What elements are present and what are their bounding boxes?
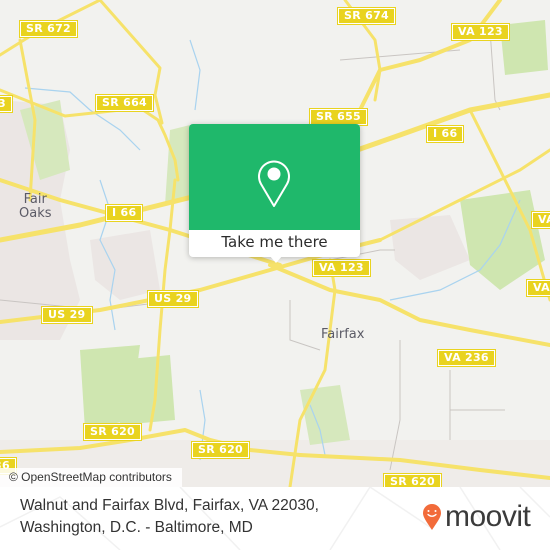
shield-us-29-west: US 29 bbox=[41, 306, 93, 324]
park-area-sw2 bbox=[120, 355, 175, 425]
address-line-1: Walnut and Fairfax Blvd, Fairfax, VA 220… bbox=[20, 497, 319, 514]
map-pin-icon bbox=[258, 160, 290, 207]
location-popup: Take me there bbox=[189, 124, 360, 263]
stream bbox=[189, 39, 201, 111]
place-fairfax: Fairfax bbox=[321, 328, 364, 342]
minor-road bbox=[489, 29, 501, 111]
shield-sr-620-west: SR 620 bbox=[83, 423, 142, 441]
popup-header bbox=[189, 124, 360, 230]
shield-us-29-center: US 29 bbox=[147, 290, 199, 308]
moovit-wordmark: moovit bbox=[445, 500, 531, 533]
footer: Walnut and Fairfax Blvd, Fairfax, VA 220… bbox=[0, 487, 550, 550]
map-attribution[interactable]: © OpenStreetMap contributors bbox=[0, 468, 182, 487]
map[interactable]: Fair Oaks Fairfax SR 672 SR 664 SR 674 V… bbox=[0, 0, 550, 487]
take-me-there-button[interactable]: Take me there bbox=[189, 230, 360, 257]
shield-va-2-edge-right: VA 2 bbox=[526, 279, 550, 297]
shield-sr-672: SR 672 bbox=[19, 20, 78, 38]
shield-va-236: VA 236 bbox=[437, 349, 496, 367]
moovit-logo[interactable]: moovit bbox=[422, 500, 531, 533]
minor-road bbox=[289, 300, 321, 351]
place-fair-oaks: Fair Oaks bbox=[19, 193, 52, 221]
shield-left-edge-3: 3 bbox=[0, 95, 13, 113]
popup-pointer bbox=[269, 255, 283, 263]
shield-sr-664: SR 664 bbox=[95, 94, 154, 112]
shield-va-edge-right: VA bbox=[531, 211, 550, 229]
shield-i-66-west: I 66 bbox=[104, 204, 144, 222]
shield-sr-620-center: SR 620 bbox=[191, 441, 250, 459]
shield-i-66-east: I 66 bbox=[425, 125, 465, 143]
shield-va-123-north: VA 123 bbox=[451, 23, 510, 41]
residential-area-east bbox=[390, 215, 470, 280]
shield-sr-620-east: SR 620 bbox=[383, 473, 442, 487]
address: Walnut and Fairfax Blvd, Fairfax, VA 220… bbox=[20, 495, 319, 539]
shield-va-123-center: VA 123 bbox=[312, 259, 371, 277]
park-area-center bbox=[165, 125, 190, 205]
shield-sr-674: SR 674 bbox=[337, 7, 396, 25]
moovit-pin-icon bbox=[423, 504, 441, 530]
place-label: Fairfax bbox=[321, 327, 365, 342]
place-label: Fair Oaks bbox=[19, 192, 52, 221]
shield-sr-655: SR 655 bbox=[309, 108, 368, 126]
park-area-south bbox=[300, 385, 350, 445]
address-line-2: Washington, D.C. - Baltimore, MD bbox=[20, 519, 253, 536]
